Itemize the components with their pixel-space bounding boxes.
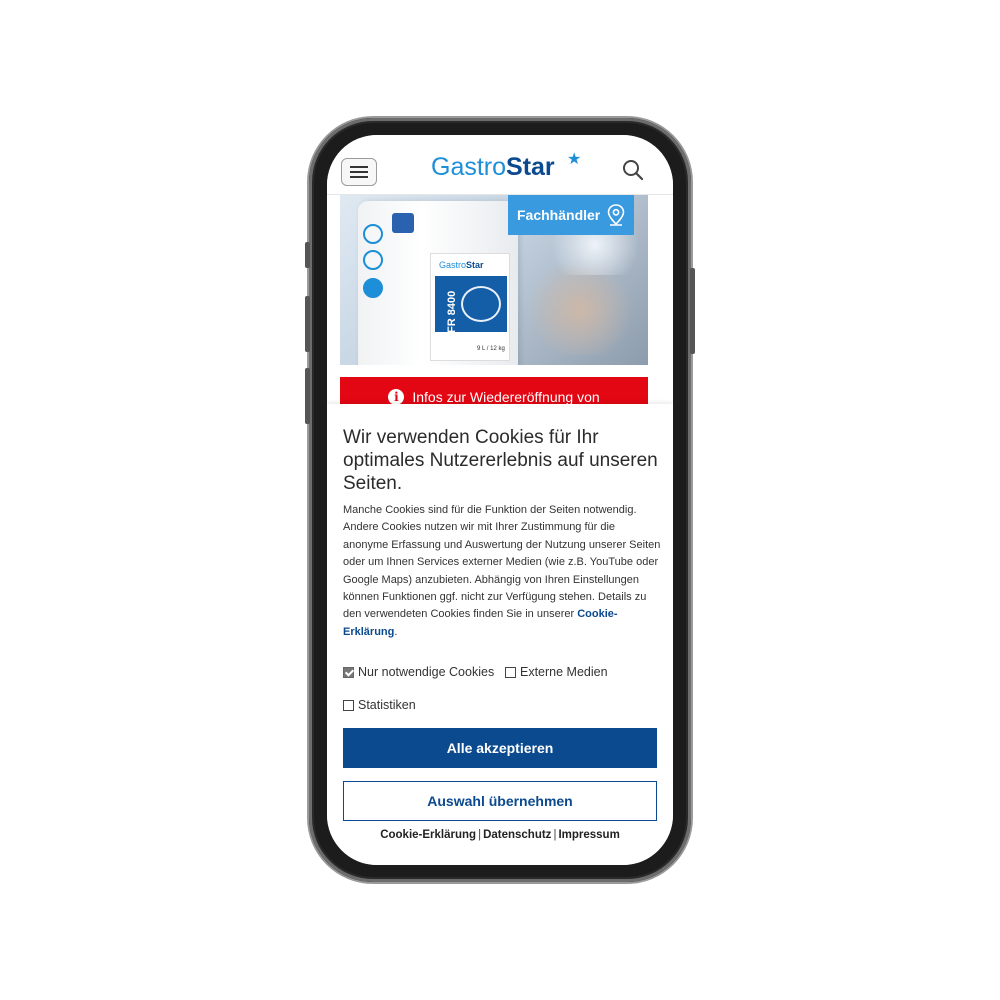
hero-slider[interactable]: GastroStar FR 8400 9 L / 12 kg Fachhändl… bbox=[340, 195, 648, 365]
external-media-label: Externe Medien bbox=[520, 665, 608, 679]
option-external-media[interactable]: Externe Medien bbox=[505, 665, 608, 679]
external-media-checkbox[interactable] bbox=[505, 666, 516, 678]
necessary-cookies-label: Nur notwendige Cookies bbox=[358, 665, 495, 679]
cookie-body-end: . bbox=[394, 625, 398, 638]
accept-selection-button[interactable]: Auswahl übernehmen bbox=[343, 781, 657, 821]
slider-dot-3[interactable] bbox=[363, 278, 383, 298]
notice-text: Infos zur Wiedereröffnung von bbox=[412, 389, 600, 405]
phone-mute-switch bbox=[305, 242, 310, 268]
canister-cap bbox=[392, 213, 414, 233]
logo-text-gastro: Gastro bbox=[431, 153, 507, 181]
footer-link-cookie-declaration[interactable]: Cookie-Erklärung bbox=[380, 829, 476, 841]
necessary-cookies-checkbox[interactable] bbox=[343, 666, 354, 678]
product-logo-gastro: Gastro bbox=[439, 260, 467, 270]
footer-link-imprint[interactable]: Impressum bbox=[558, 829, 619, 841]
footer-separator: | bbox=[478, 829, 482, 841]
cookie-title: Wir verwenden Cookies für Ihr optimales … bbox=[343, 427, 658, 494]
product-label: GastroStar FR 8400 9 L / 12 kg bbox=[430, 253, 510, 361]
info-icon: i bbox=[388, 389, 405, 405]
product-weight: 9 L / 12 kg bbox=[477, 346, 505, 352]
logo-star-icon: ★ bbox=[567, 151, 582, 168]
cookie-footer-links: Cookie-Erklärung | Datenschutz | Impressum bbox=[327, 829, 673, 841]
map-pin-icon bbox=[607, 204, 625, 226]
phone-screen: GastroStar ★ GastroStar FR 8400 9 L / 12… bbox=[327, 135, 673, 865]
phone-volume-up-button bbox=[305, 296, 310, 352]
phone-power-button bbox=[690, 268, 695, 354]
footer-link-privacy[interactable]: Datenschutz bbox=[483, 829, 551, 841]
statistics-label: Statistiken bbox=[358, 698, 416, 712]
cookie-body-text: Manche Cookies sind für die Funktion der… bbox=[343, 504, 661, 621]
product-logo-star: Star bbox=[466, 260, 484, 270]
cookie-consent-dialog: Wir verwenden Cookies für Ihr optimales … bbox=[327, 404, 673, 865]
search-icon[interactable] bbox=[621, 158, 645, 182]
cookie-description: Manche Cookies sind für die Funktion der… bbox=[343, 502, 661, 641]
dishes-icon bbox=[461, 286, 501, 322]
phone-volume-down-button bbox=[305, 368, 310, 424]
product-name: FR 8400 bbox=[446, 290, 458, 333]
hamburger-icon[interactable] bbox=[341, 158, 377, 186]
slider-dot-2[interactable] bbox=[363, 250, 383, 270]
option-statistics[interactable]: Statistiken bbox=[343, 698, 416, 712]
dealer-locator-button[interactable]: Fachhändler bbox=[508, 195, 634, 235]
statistics-checkbox[interactable] bbox=[343, 699, 354, 711]
dealer-label: Fachhändler bbox=[517, 207, 601, 223]
site-logo[interactable]: GastroStar ★ bbox=[431, 151, 581, 185]
option-necessary-cookies[interactable]: Nur notwendige Cookies bbox=[343, 665, 494, 679]
site-header: GastroStar ★ bbox=[327, 135, 673, 195]
logo-text-star: Star bbox=[506, 153, 555, 181]
slider-dot-1[interactable] bbox=[363, 224, 383, 244]
accept-all-button[interactable]: Alle akzeptieren bbox=[343, 728, 657, 768]
